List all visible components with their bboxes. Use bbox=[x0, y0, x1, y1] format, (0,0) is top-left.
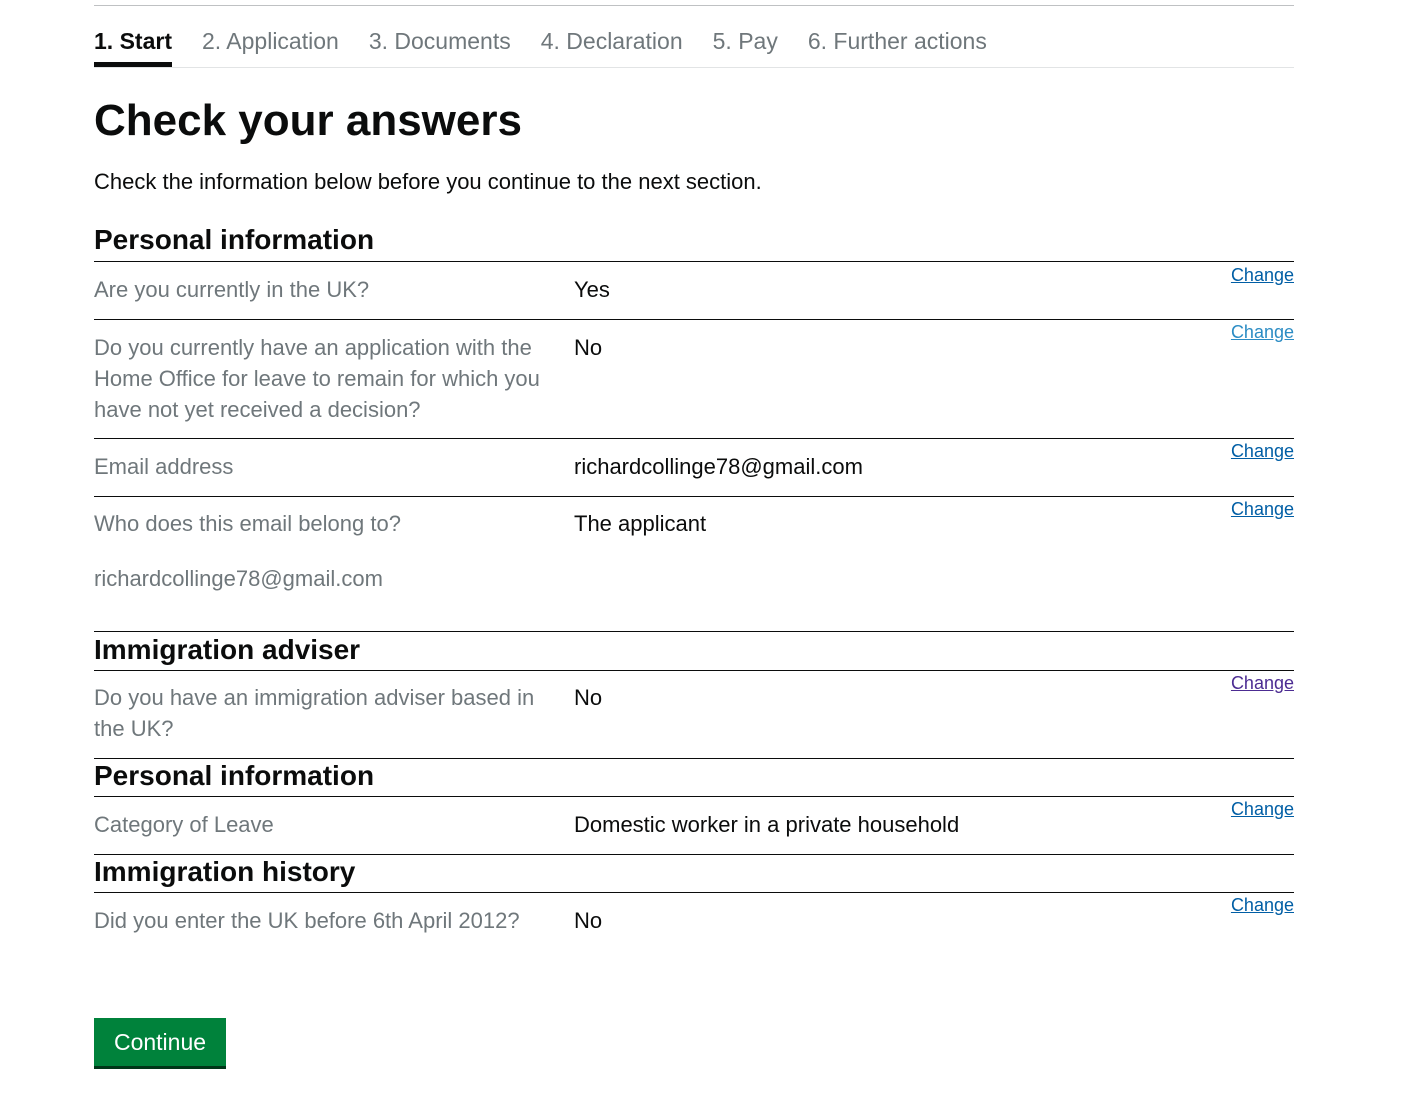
email-owner-detail: richardcollinge78@gmail.com bbox=[94, 566, 383, 591]
section-divider bbox=[94, 758, 1294, 759]
summary-row-category: Category of Leave Domestic worker in a p… bbox=[94, 796, 1294, 855]
change-link-email-owner[interactable]: Change bbox=[1231, 498, 1294, 520]
continue-button[interactable]: Continue bbox=[94, 1018, 226, 1066]
change-link-entry-date[interactable]: Change bbox=[1231, 894, 1294, 916]
summary-row-in-uk: Are you currently in the UK? Yes Change bbox=[94, 261, 1294, 320]
summary-row-adviser: Do you have an immigration adviser based… bbox=[94, 670, 1294, 759]
page-lead: Check the information below before you c… bbox=[94, 169, 762, 194]
answer-value: Yes bbox=[574, 277, 610, 302]
question-label: Are you currently in the UK? bbox=[94, 277, 370, 302]
answer-value: richardcollinge78@gmail.com bbox=[574, 454, 863, 479]
change-link-adviser[interactable]: Change bbox=[1231, 672, 1294, 694]
change-link-pending-application[interactable]: Change bbox=[1231, 321, 1294, 343]
step-declaration[interactable]: 4. Declaration bbox=[541, 28, 683, 67]
question-label: Did you enter the UK before 6th April 20… bbox=[94, 908, 520, 933]
question-label: Category of Leave bbox=[94, 812, 274, 837]
section-title-immigration-history: Immigration history bbox=[94, 856, 356, 887]
section-title-personal-information: Personal information bbox=[94, 224, 375, 255]
section-divider bbox=[94, 854, 1294, 855]
summary-row-pending-application: Do you currently have an application wit… bbox=[94, 319, 1294, 439]
question-label: Email address bbox=[94, 454, 234, 479]
change-link-category[interactable]: Change bbox=[1231, 798, 1294, 820]
main-container: 1. Start 2. Application 3. Documents 4. … bbox=[94, 0, 1294, 1066]
answer-value: No bbox=[574, 908, 603, 933]
change-link-in-uk[interactable]: Change bbox=[1231, 264, 1294, 286]
question-label: Do you have an immigration adviser based… bbox=[94, 685, 535, 741]
section-title-immigration-adviser: Immigration adviser bbox=[94, 634, 361, 665]
section-divider bbox=[94, 631, 1294, 632]
step-application[interactable]: 2. Application bbox=[202, 28, 339, 67]
question-label: Who does this email belong to? bbox=[94, 511, 401, 536]
step-documents[interactable]: 3. Documents bbox=[369, 28, 511, 67]
summary-row-email: Email address richardcollinge78@gmail.co… bbox=[94, 438, 1294, 497]
summary-row-email-owner: Who does this email belong to? The appli… bbox=[94, 496, 1294, 631]
step-start[interactable]: 1. Start bbox=[94, 28, 172, 67]
step-further-actions[interactable]: 6. Further actions bbox=[808, 28, 987, 67]
question-label: Do you currently have an application wit… bbox=[94, 335, 540, 422]
progress-steps: 1. Start 2. Application 3. Documents 4. … bbox=[94, 6, 1294, 68]
answer-value: No bbox=[574, 335, 603, 360]
page-title: Check your answers bbox=[94, 96, 522, 145]
answer-value: Domestic worker in a private household bbox=[574, 812, 960, 837]
section-title-personal-information: Personal information bbox=[94, 760, 375, 791]
answer-value: The applicant bbox=[574, 511, 707, 536]
change-link-email[interactable]: Change bbox=[1231, 440, 1294, 462]
answer-value: No bbox=[574, 685, 603, 710]
step-pay[interactable]: 5. Pay bbox=[713, 28, 778, 67]
summary-row-entry-date: Did you enter the UK before 6th April 20… bbox=[94, 892, 1294, 951]
